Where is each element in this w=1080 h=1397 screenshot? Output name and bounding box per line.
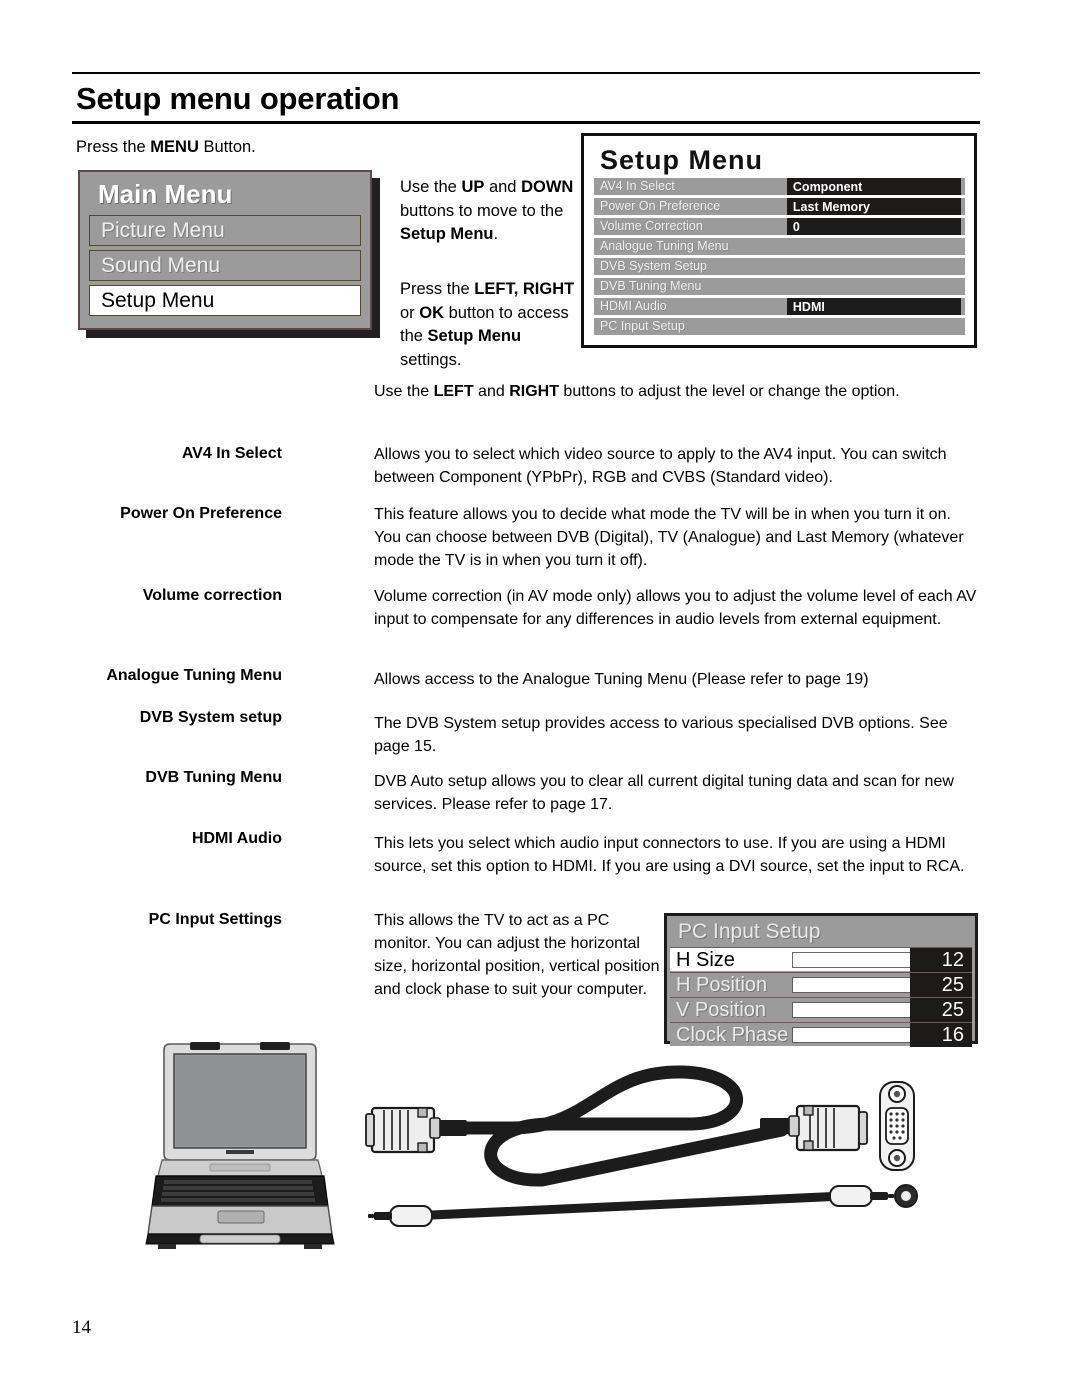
description-label: DVB Tuning Menu <box>145 769 282 786</box>
header-rule-top <box>72 72 980 74</box>
press-menu-post: Button. <box>198 138 256 156</box>
description-label: HDMI Audio <box>191 830 282 847</box>
instruction-up-down: Use the UP and DOWN buttons to move to t… <box>400 178 574 243</box>
description-body: Allows you to select which video source … <box>374 446 947 486</box>
laptop-icon <box>145 1042 335 1249</box>
setup-menu-row-label: DVB System Setup <box>600 259 707 273</box>
setup-menu-row-hdmi-audio[interactable]: HDMI Audio HDMI <box>594 298 965 315</box>
pc-input-row-value: 25 <box>910 973 972 997</box>
pc-input-row-label: H Size <box>676 948 735 971</box>
instruction-adjust-level: Use the LEFT and RIGHT buttons to adjust… <box>374 383 900 400</box>
pc-input-row-value: 16 <box>910 1023 972 1047</box>
press-menu-pre: Press the <box>76 138 151 156</box>
audio-plug-right <box>829 1185 894 1207</box>
page-title: Setup menu operation <box>76 81 400 116</box>
vga-cable-icon <box>365 1065 918 1227</box>
description-label: Volume correction <box>142 587 282 604</box>
setup-menu-row-av4-in-select[interactable]: AV4 In Select Component <box>594 178 965 195</box>
pc-input-row-clock-phase[interactable]: Clock Phase 16 <box>670 1022 972 1047</box>
pc-input-setup-osd-box: PC Input Setup H Size 12 H Position 25 V… <box>664 913 978 1047</box>
main-menu-item-label: Setup Menu <box>101 288 215 312</box>
setup-menu-row-value: Last Memory <box>786 198 961 215</box>
setup-menu-row-label: HDMI Audio <box>600 299 667 313</box>
main-menu-osd-box: Main Menu Picture Menu Sound Menu Setup … <box>78 170 372 330</box>
setup-menu-osd-title: Setup Menu <box>600 145 763 175</box>
setup-menu-row-dvb-system-setup[interactable]: DVB System Setup <box>594 258 965 275</box>
pc-input-row-label: H Position <box>676 973 768 996</box>
header-rule-bottom <box>72 121 980 124</box>
description-body: This allows the TV to act as a PC monito… <box>374 912 660 998</box>
setup-menu-row-value: HDMI <box>786 298 961 315</box>
setup-menu-row-analogue-tuning-menu[interactable]: Analogue Tuning Menu <box>594 238 965 255</box>
pc-input-row-slider[interactable] <box>792 1002 914 1018</box>
pc-input-row-label: V Position <box>676 998 767 1021</box>
vga-connector-left <box>365 1106 441 1154</box>
description-body: Volume correction (in AV mode only) allo… <box>374 588 977 628</box>
description-body: Allows access to the Analogue Tuning Men… <box>374 671 869 688</box>
cable-illustration <box>352 1060 932 1260</box>
setup-menu-row-label: PC Input Setup <box>600 319 685 333</box>
vga-connector-right <box>788 1104 868 1152</box>
pc-input-row-v-position[interactable]: V Position 25 <box>670 997 972 1022</box>
pc-input-row-value: 12 <box>910 948 972 972</box>
instruction-left-right-ok: Press the LEFT, RIGHT or OK button to ac… <box>400 280 575 369</box>
setup-menu-row-value: Component <box>786 178 961 195</box>
setup-menu-row-pc-input-setup[interactable]: PC Input Setup <box>594 318 965 335</box>
description-label: Analogue Tuning Menu <box>106 667 282 684</box>
main-menu-item-label: Sound Menu <box>101 253 221 277</box>
pc-input-row-slider[interactable] <box>792 952 914 968</box>
description-body: This feature allows you to decide what m… <box>374 506 964 569</box>
pc-input-row-h-size[interactable]: H Size 12 <box>670 947 972 972</box>
pc-input-row-slider[interactable] <box>792 977 914 993</box>
setup-menu-row-volume-correction[interactable]: Volume Correction 0 <box>594 218 965 235</box>
setup-menu-row-label: AV4 In Select <box>600 179 675 193</box>
audio-socket-icon <box>894 1184 918 1208</box>
page-number: 14 <box>72 1317 91 1338</box>
description-body: This lets you select which audio input c… <box>374 835 965 875</box>
setup-menu-row-dvb-tuning-menu[interactable]: DVB Tuning Menu <box>594 278 965 295</box>
main-menu-item-setup[interactable]: Setup Menu <box>89 285 361 316</box>
description-label: AV4 In Select <box>181 445 282 462</box>
pc-input-row-h-position[interactable]: H Position 25 <box>670 972 972 997</box>
setup-menu-row-label: Volume Correction <box>600 219 703 233</box>
vga-socket-icon <box>879 1081 915 1171</box>
description-label: DVB System setup <box>139 709 282 726</box>
description-label: Power On Preference <box>120 505 282 522</box>
setup-menu-row-label: Analogue Tuning Menu <box>600 239 729 253</box>
audio-plug-left <box>368 1205 433 1227</box>
main-menu-osd-graphic: Main Menu Picture Menu Sound Menu Setup … <box>78 170 380 338</box>
setup-menu-row-label: DVB Tuning Menu <box>600 279 702 293</box>
setup-menu-row-power-on-preference[interactable]: Power On Preference Last Memory <box>594 198 965 215</box>
main-menu-osd-title: Main Menu <box>98 179 233 209</box>
press-menu-instruction: Press the MENU Button. <box>76 136 256 158</box>
main-menu-item-sound[interactable]: Sound Menu <box>89 250 361 281</box>
pc-input-row-label: Clock Phase <box>676 1023 789 1046</box>
main-menu-item-picture[interactable]: Picture Menu <box>89 215 361 246</box>
manual-page: Setup menu operation Press the MENU Butt… <box>0 0 1080 1397</box>
laptop-illustration <box>140 1036 340 1256</box>
main-menu-item-label: Picture Menu <box>101 218 225 242</box>
description-body: DVB Auto setup allows you to clear all c… <box>374 773 954 813</box>
setup-menu-osd-box: Setup Menu AV4 In Select Component Power… <box>581 133 977 348</box>
setup-menu-row-label: Power On Preference <box>600 199 721 213</box>
pc-input-row-value: 25 <box>910 998 972 1022</box>
press-menu-bold: MENU <box>150 138 199 156</box>
description-body: The DVB System setup provides access to … <box>374 715 948 755</box>
pc-input-setup-osd-title: PC Input Setup <box>678 920 821 943</box>
pc-input-row-slider[interactable] <box>792 1027 914 1043</box>
setup-menu-row-value: 0 <box>786 218 961 235</box>
description-label: PC Input Settings <box>148 911 282 928</box>
